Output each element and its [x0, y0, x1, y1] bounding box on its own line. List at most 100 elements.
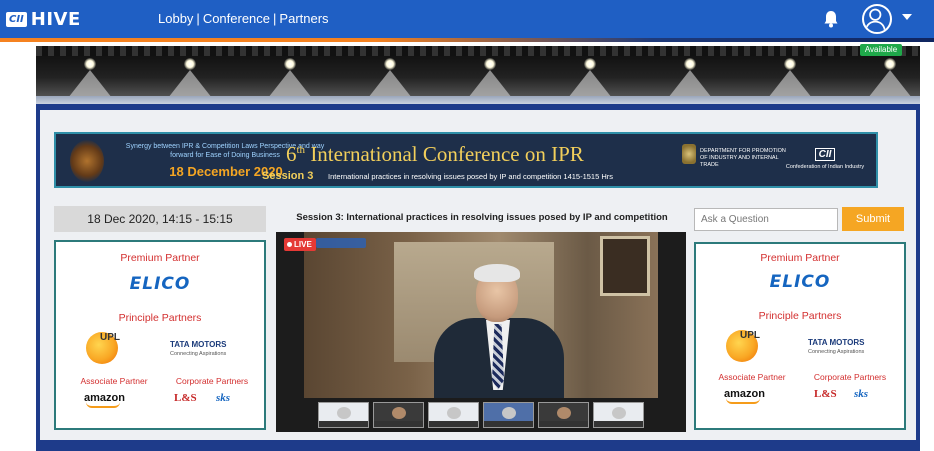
participant-name-bar [484, 421, 533, 427]
live-label: LIVE [294, 240, 312, 249]
stage-lamp [884, 58, 896, 70]
stage-lamp [384, 58, 396, 70]
main-nav: Lobby | Conference | Partners [158, 11, 329, 26]
lighting-truss [36, 46, 920, 56]
session-title: Session 3: International practices in re… [296, 212, 668, 223]
session-date-time: 18 Dec 2020, 14:15 - 15:15 [54, 206, 266, 232]
upl-logo-text: UPL [100, 332, 120, 343]
principle-partners-heading: Principle Partners [758, 310, 842, 322]
corporate-partners-heading: Corporate Partners [813, 372, 887, 382]
participant-thumbnail[interactable] [318, 402, 369, 428]
cii-banner-mark: CII [814, 148, 836, 161]
corporate-partners-heading: Corporate Partners [175, 376, 249, 386]
light-beam [868, 70, 912, 98]
banner-session-description: International practices in resolving iss… [328, 172, 614, 181]
tata-motors-logo[interactable]: TATA MOTORS [808, 338, 864, 347]
lns-logo[interactable]: L&S [174, 392, 197, 404]
participant-name-bar [594, 421, 643, 427]
amazon-smile-icon [86, 402, 120, 408]
partners-panel-left: Premium Partner ELICO Principle Partners… [54, 240, 266, 430]
tata-motors-tagline: Connecting Aspirations [170, 351, 227, 357]
banner-session-label: Session 3 [262, 170, 314, 182]
participant-thumbnail[interactable] [373, 402, 424, 428]
nav-separator: | [196, 11, 200, 26]
profile-dropdown-caret-icon[interactable] [902, 14, 912, 20]
nav-partners[interactable]: Partners [279, 11, 328, 26]
associate-partner-heading: Associate Partner [80, 376, 148, 386]
participant-avatar-icon [502, 407, 516, 419]
stage-lamp [84, 58, 96, 70]
nav-conference[interactable]: Conference [203, 11, 270, 26]
participant-avatar-icon [612, 407, 626, 419]
principle-partners-heading: Principle Partners [118, 312, 202, 324]
user-avatar-icon[interactable] [862, 4, 892, 34]
video-background [304, 232, 658, 398]
stage-lamp [784, 58, 796, 70]
government-emblem-icon [682, 144, 696, 164]
cii-banner-logo: CII Confederation of Indian Industry [780, 144, 870, 170]
tata-motors-tagline: Connecting Aspirations [808, 349, 865, 355]
premium-partner-heading: Premium Partner [120, 252, 200, 264]
stage-lamp [484, 58, 496, 70]
participant-thumbnail[interactable] [483, 402, 534, 428]
light-beam [368, 70, 412, 98]
header-accent-line [0, 38, 934, 42]
speaker-hair [474, 264, 520, 282]
participant-thumbnail[interactable] [593, 402, 644, 428]
nav-lobby[interactable]: Lobby [158, 11, 193, 26]
banner-title-text: International Conference on IPR [310, 142, 584, 166]
light-beam [568, 70, 612, 98]
upl-logo-text: UPL [740, 330, 760, 341]
participant-strip [318, 402, 648, 428]
cii-logo-mark: CII [6, 11, 27, 27]
live-badge: LIVE [284, 238, 316, 251]
participant-avatar-icon [447, 407, 461, 419]
bell-icon[interactable] [823, 10, 839, 28]
submit-question-button[interactable]: Submit [842, 207, 904, 231]
dpiit-logo-text: DEPARTMENT FOR PROMOTION OF INDUSTRY AND… [700, 148, 786, 168]
hive-logo-text: HIVE [30, 8, 81, 30]
availability-badge: Available [860, 44, 902, 56]
sks-logo[interactable]: sks [854, 388, 868, 400]
elico-logo[interactable]: ELICO [696, 272, 904, 292]
participant-thumbnail[interactable] [538, 402, 589, 428]
fingerprint-globe-icon [70, 140, 104, 182]
top-nav-bar: CII HIVE Lobby | Conference | Partners [0, 0, 934, 38]
participant-avatar-icon [557, 407, 571, 419]
banner-title-suffix: th [296, 144, 306, 156]
banner-title: 6th International Conference on IPR [286, 142, 584, 167]
stage-lights-backdrop [36, 46, 920, 98]
conference-banner: Synergy between IPR & Competition Laws P… [54, 132, 878, 188]
nav-separator: | [273, 11, 277, 26]
hive-logo[interactable]: CII HIVE [6, 8, 81, 30]
live-video-player[interactable]: LIVE [276, 232, 686, 432]
participant-avatar-icon [337, 407, 351, 419]
banner-title-number: 6 [286, 142, 297, 166]
light-beam [468, 70, 512, 98]
tata-motors-logo[interactable]: TATA MOTORS [170, 340, 226, 349]
premium-partner-heading: Premium Partner [760, 252, 840, 264]
associate-partner-heading: Associate Partner [718, 372, 786, 382]
light-beam [268, 70, 312, 98]
light-beam [668, 70, 712, 98]
ask-question-input[interactable] [694, 208, 838, 231]
partners-panel-right: Premium Partner ELICO Principle Partners… [694, 242, 906, 430]
light-beam [68, 70, 112, 98]
live-dot-icon [287, 242, 292, 248]
light-beam [168, 70, 212, 98]
cii-banner-fullname: Confederation of Indian Industry [785, 164, 865, 170]
participant-thumbnail[interactable] [428, 402, 479, 428]
elico-logo[interactable]: ELICO [56, 274, 264, 294]
stage-lamp [584, 58, 596, 70]
participant-avatar-icon [392, 407, 406, 419]
participant-name-bar [374, 421, 423, 427]
sks-logo[interactable]: sks [216, 392, 230, 404]
video-painting [600, 236, 650, 296]
stage-lamp [684, 58, 696, 70]
participant-name-bar [429, 421, 478, 427]
participant-name-bar [539, 421, 588, 427]
stage-lamp [284, 58, 296, 70]
lns-logo[interactable]: L&S [814, 388, 837, 400]
stage-lamp [184, 58, 196, 70]
participant-name-bar [319, 421, 368, 427]
